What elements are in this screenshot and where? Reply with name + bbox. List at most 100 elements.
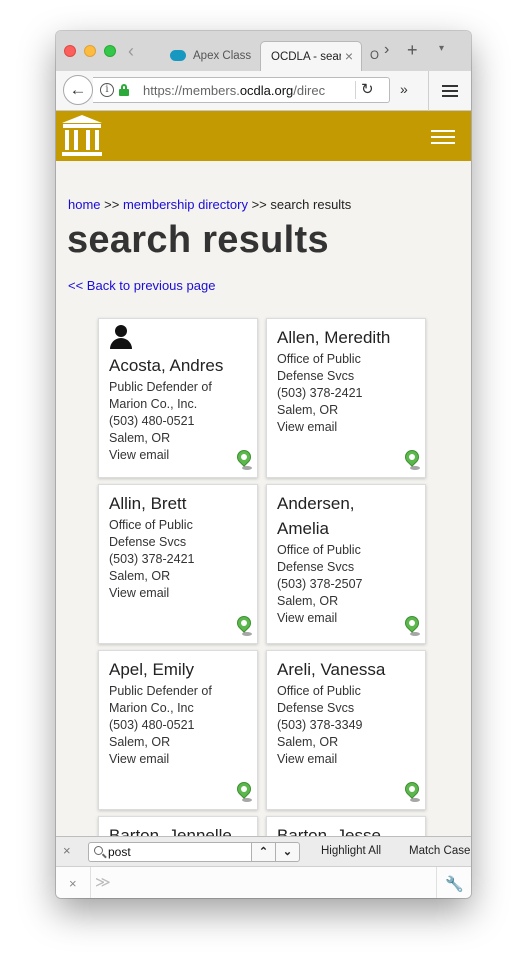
view-email-link[interactable]: View email [109, 751, 251, 768]
command-prompt-icon[interactable]: ≫ [95, 873, 111, 891]
member-card[interactable]: Andersen, Amelia Office of Public Defens… [266, 484, 426, 644]
find-field[interactable] [88, 842, 252, 862]
toolbar-overflow-icon[interactable]: » [400, 81, 408, 97]
member-name[interactable]: Barton, Jennelle [109, 823, 251, 836]
find-next-button[interactable]: ⌄ [275, 842, 300, 862]
member-card[interactable]: Apel, Emily Public Defender of Marion Co… [98, 650, 258, 810]
page-content: home >> membership directory >> search r… [56, 111, 471, 836]
new-tab-button[interactable]: + [407, 40, 418, 61]
member-location: Salem, OR [277, 403, 339, 417]
member-location: Salem, OR [109, 431, 171, 445]
browser-window: ‹ Apex Class OCDLA - search × O › + ▾ i … [56, 31, 471, 898]
url-text[interactable]: https://members.ocdla.org/direc [143, 83, 353, 98]
member-card[interactable]: Allin, Brett Office of Public Defense Sv… [98, 484, 258, 644]
breadcrumb-separator: >> [100, 197, 123, 212]
member-name[interactable]: Allen, Meredith [277, 325, 419, 350]
member-phone: (503) 480-0521 [109, 414, 195, 428]
back-button[interactable]: ← [63, 75, 93, 105]
member-card[interactable]: Barton, Jennelle [98, 816, 258, 836]
member-location: Salem, OR [277, 735, 339, 749]
member-card[interactable]: Acosta, Andres Public Defender of Marion… [98, 318, 258, 478]
view-email-link[interactable]: View email [277, 751, 419, 768]
find-previous-button[interactable]: ⌃ [251, 842, 276, 862]
tab-scroll-left-icon[interactable]: ‹ [128, 42, 134, 60]
toolbar-separator [436, 867, 437, 898]
member-org: Marion Co., Inc [109, 701, 194, 715]
view-email-link[interactable]: View email [109, 585, 251, 602]
info-icon[interactable]: i [100, 83, 114, 97]
member-card[interactable]: Allen, Meredith Office of Public Defense… [266, 318, 426, 478]
map-pin-icon[interactable] [402, 447, 422, 472]
map-pin-icon[interactable] [234, 613, 254, 638]
url-bar[interactable]: i https://members.ocdla.org/direc ↻ [93, 77, 390, 103]
tab-ocdla-search[interactable]: OCDLA - search × [260, 41, 362, 71]
member-name[interactable]: Andersen, Amelia [277, 491, 377, 541]
tab-third[interactable]: O [366, 41, 382, 71]
breadcrumb-directory-link[interactable]: membership directory [123, 197, 248, 212]
map-pin-icon[interactable] [402, 779, 422, 804]
tab-apex-class[interactable]: Apex Class [164, 41, 260, 71]
person-icon [109, 325, 133, 349]
member-org: Office of Public [109, 518, 193, 532]
close-tab-icon[interactable]: × [345, 48, 353, 64]
find-bar: × ⌃ ⌄ Highlight All Match Case [56, 836, 471, 866]
member-org: Defense Svcs [277, 369, 355, 383]
view-email-link[interactable]: View email [277, 610, 419, 627]
member-name[interactable]: Apel, Emily [109, 657, 251, 682]
member-card[interactable]: Barton, Jesse [266, 816, 426, 836]
member-org: Public Defender of [109, 380, 212, 394]
map-pin-icon[interactable] [402, 613, 422, 638]
member-org: Marion Co., Inc. [109, 397, 198, 411]
member-org: Defense Svcs [109, 535, 187, 549]
close-find-bar-icon[interactable]: × [63, 843, 71, 858]
toolbar-separator [90, 867, 91, 898]
member-details: Public Defender of Marion Co., Inc (503)… [109, 683, 251, 768]
back-to-previous-link[interactable]: << Back to previous page [68, 278, 215, 293]
member-name[interactable]: Acosta, Andres [109, 353, 251, 378]
member-details: Office of Public Defense Svcs (503) 378-… [109, 517, 251, 602]
site-header [56, 111, 471, 161]
find-input[interactable] [108, 844, 248, 860]
view-email-link[interactable]: View email [277, 419, 419, 436]
member-phone: (503) 378-2421 [109, 552, 195, 566]
url-divider [355, 81, 356, 99]
browser-menu-icon[interactable] [442, 85, 458, 97]
map-pin-icon[interactable] [234, 779, 254, 804]
tab-list-dropdown-icon[interactable]: ▾ [439, 43, 444, 54]
tab-scroll-right-icon[interactable]: › [384, 41, 389, 59]
match-case-toggle[interactable]: Match Case [409, 845, 470, 857]
wrench-icon[interactable]: 🔧 [445, 875, 464, 893]
member-location: Salem, OR [109, 735, 171, 749]
member-org: Office of Public [277, 684, 361, 698]
window-minimize-button[interactable] [84, 45, 96, 57]
tab-strip: ‹ Apex Class OCDLA - search × O › + ▾ [56, 31, 471, 71]
breadcrumb-home-link[interactable]: home [68, 197, 101, 212]
breadcrumb: home >> membership directory >> search r… [68, 197, 351, 212]
breadcrumb-current: search results [270, 197, 352, 212]
highlight-all-toggle[interactable]: Highlight All [321, 845, 381, 857]
view-email-link[interactable]: View email [109, 447, 251, 464]
member-phone: (503) 480-0521 [109, 718, 195, 732]
member-org: Office of Public [277, 352, 361, 366]
lock-icon[interactable] [119, 84, 129, 96]
window-maximize-button[interactable] [104, 45, 116, 57]
reload-icon[interactable]: ↻ [361, 80, 374, 98]
developer-toolbar: × ≫ 🔧 [56, 866, 471, 898]
breadcrumb-separator: >> [247, 197, 271, 212]
close-devtools-icon[interactable]: × [69, 876, 77, 891]
member-details: Office of Public Defense Svcs (503) 378-… [277, 683, 419, 768]
tab-title: Apex Class [193, 50, 252, 62]
member-org: Defense Svcs [277, 701, 355, 715]
member-phone: (503) 378-3349 [277, 718, 363, 732]
map-pin-icon[interactable] [234, 447, 254, 472]
member-details: Public Defender of Marion Co., Inc. (503… [109, 379, 251, 464]
member-card[interactable]: Areli, Vanessa Office of Public Defense … [266, 650, 426, 810]
site-menu-icon[interactable] [431, 130, 455, 144]
page-title: search results [67, 219, 329, 261]
salesforce-cloud-icon [170, 50, 186, 61]
member-name[interactable]: Allin, Brett [109, 491, 251, 516]
window-close-button[interactable] [64, 45, 76, 57]
ocdla-logo-icon[interactable] [62, 115, 102, 157]
member-name[interactable]: Areli, Vanessa [277, 657, 419, 682]
member-name[interactable]: Barton, Jesse [277, 823, 419, 836]
